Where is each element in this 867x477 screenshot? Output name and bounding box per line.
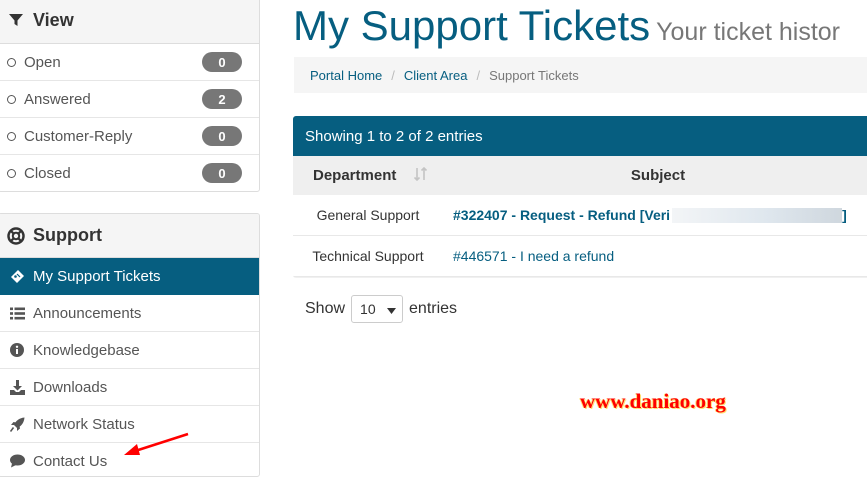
breadcrumb-separator: / [391,67,395,83]
breadcrumb: Portal Home / Client Area / Support Tick… [294,57,867,93]
nav-downloads[interactable]: Downloads [0,369,259,406]
view-panel-title: View [33,9,74,30]
nav-label: Knowledgebase [33,341,140,359]
filter-label: Closed [24,164,71,182]
cell-department: General Support [316,207,420,223]
nav-label: Downloads [33,378,108,396]
breadcrumb-current: Support Tickets [489,67,579,83]
list-icon [9,305,25,321]
filter-label: Answered [24,90,91,108]
nav-announcements[interactable]: Announcements [0,295,259,332]
column-header-label: Department [313,167,397,184]
length-entries-label: entries [409,300,458,317]
nav-my-support-tickets[interactable]: My Support Tickets [0,258,259,295]
download-icon [9,379,25,395]
comment-icon [9,453,25,469]
nav-label: My Support Tickets [33,267,161,285]
filter-label: Customer-Reply [24,127,133,145]
annotation-arrow-icon [124,432,189,455]
page-length-value: 10 [360,301,376,317]
count-badge: 0 [202,126,242,146]
view-panel-heading: View [0,0,259,44]
page-length-select[interactable]: 10 [351,295,404,323]
radio-circle-icon [7,131,16,141]
view-panel: View Open 0 Answered 2 Customer-Reply 0 … [0,0,260,192]
cell-department: Technical Support [312,248,424,264]
caret-down-icon [387,301,397,317]
table-info: Showing 1 to 2 of 2 entries [293,116,867,156]
page-subtitle: Your ticket histor [656,18,841,46]
count-badge: 0 [202,163,242,183]
nav-label: Announcements [33,304,142,322]
cell-subject: #446571 - I need a refund [443,248,614,264]
filter-open[interactable]: Open 0 [0,44,259,81]
page-title: My Support Tickets Your ticket histor [293,2,840,50]
info-circle-icon [9,342,25,358]
nav-label: Contact Us [33,452,108,470]
filter-closed[interactable]: Closed 0 [0,155,259,191]
count-badge: 0 [202,52,242,72]
tickets-table: Showing 1 to 2 of 2 entries Department S… [293,116,867,278]
page-length-control: Show 10 entries [305,295,457,323]
page-title-text: My Support Tickets [293,2,651,49]
life-ring-icon [7,226,25,245]
redacted-text [672,208,843,224]
ticket-link[interactable]: #322407 - Request - Refund [Veri [453,207,670,223]
count-badge: 2 [202,89,242,109]
breadcrumb-client-area[interactable]: Client Area [404,68,468,83]
table-header-row: Department Subject [293,156,867,195]
support-panel-heading: Support [0,214,259,258]
filter-label: Open [24,53,61,71]
table-row[interactable]: Technical Support #446571 - I need a ref… [293,236,867,277]
column-header-department[interactable]: Department [293,166,443,184]
filter-customer-reply[interactable]: Customer-Reply 0 [0,118,259,155]
filter-answered[interactable]: Answered 2 [0,81,259,118]
breadcrumb-portal-home[interactable]: Portal Home [310,68,382,83]
rocket-icon [9,416,25,432]
support-panel-title: Support [33,225,102,245]
filter-icon [7,11,25,29]
radio-circle-icon [7,168,16,178]
breadcrumb-separator: / [476,67,481,83]
radio-circle-icon [7,94,16,104]
length-show-label: Show [305,300,346,317]
ticket-link[interactable]: #446571 - I need a refund [453,248,614,264]
cell-subject: #322407 - Request - Refund [Veri] [443,207,847,224]
radio-circle-icon [7,57,16,67]
sort-icon [414,166,428,184]
ticket-icon [9,268,25,284]
column-header-subject[interactable]: Subject [443,167,867,184]
watermark: www.daniao.org [580,389,726,413]
nav-knowledgebase[interactable]: Knowledgebase [0,332,259,369]
subject-tail: ] [842,206,847,223]
table-row[interactable]: General Support #322407 - Request - Refu… [293,195,867,236]
